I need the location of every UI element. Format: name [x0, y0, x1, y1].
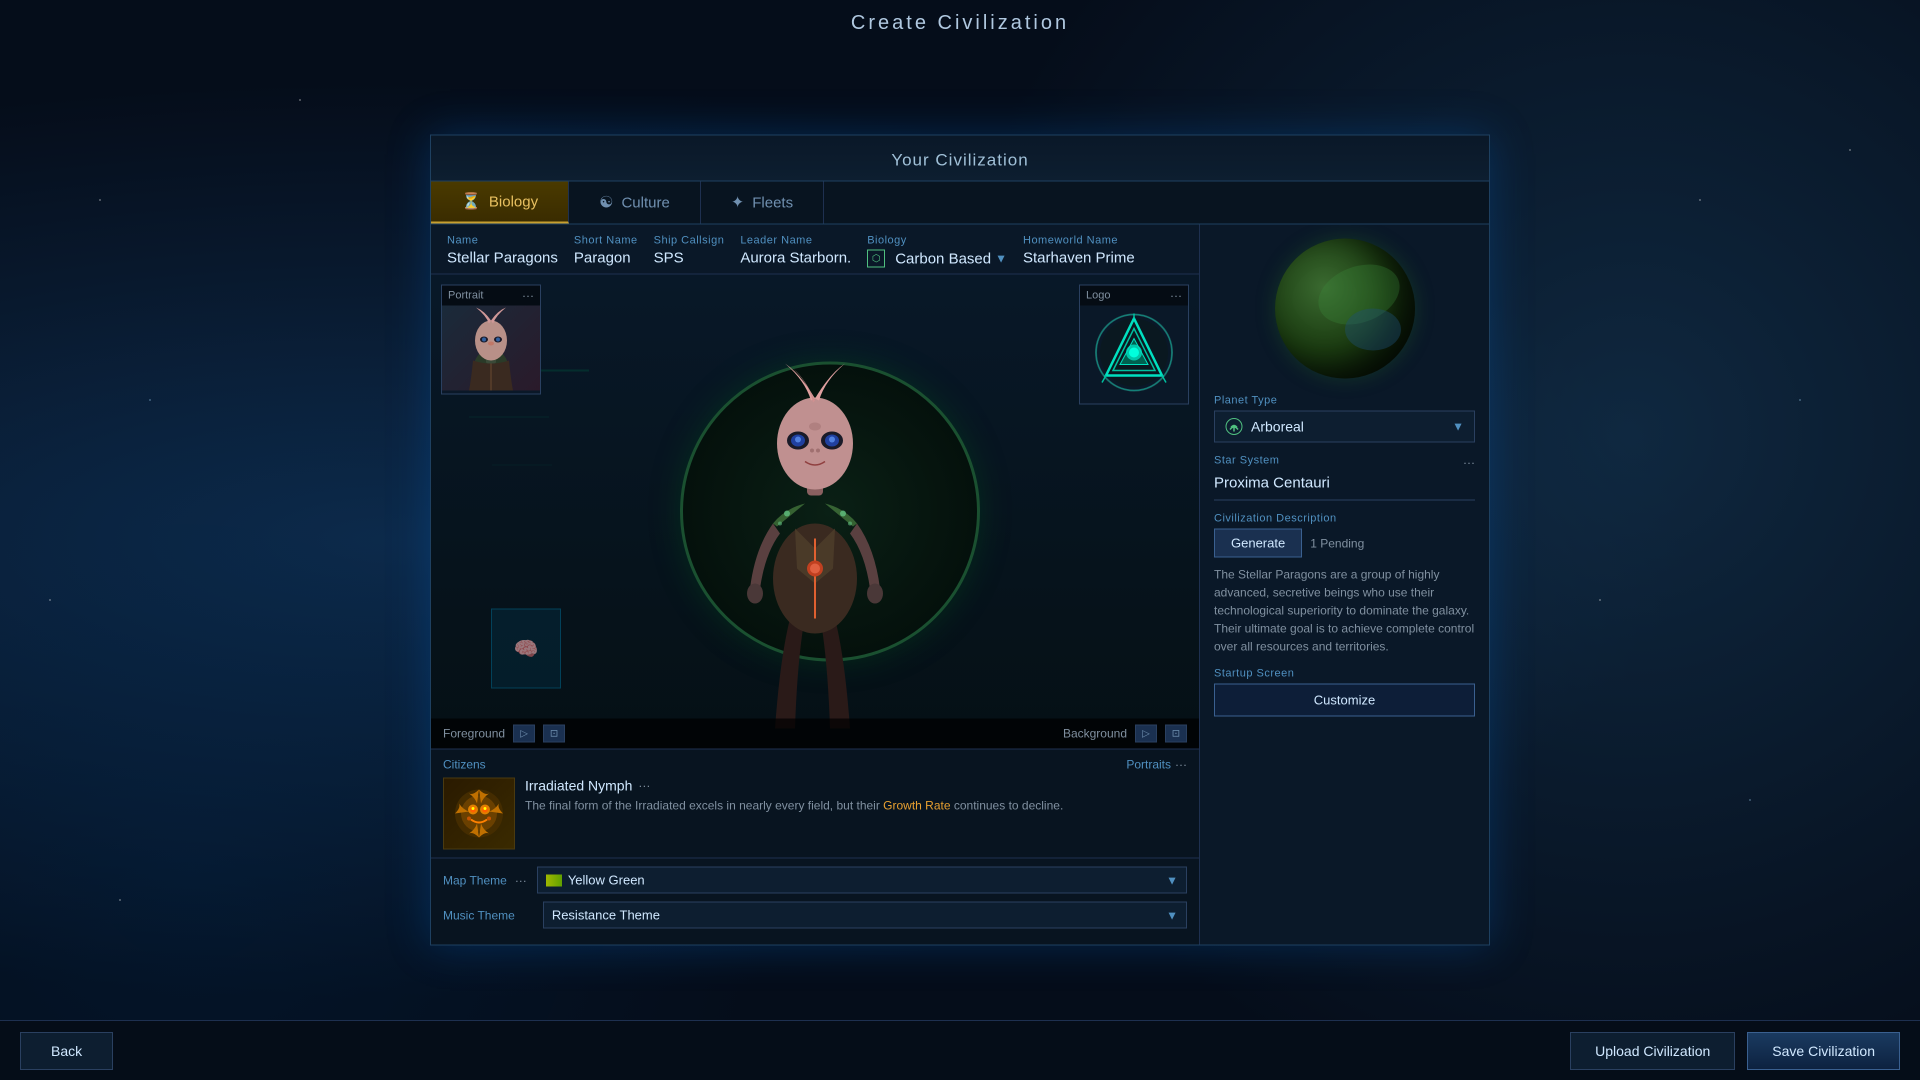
tab-fleets[interactable]: ✦ Fleets: [701, 182, 824, 224]
map-theme-row: Map Theme ··· Yellow Green ▼: [443, 867, 1187, 894]
biology-dropdown[interactable]: ⬡ Carbon Based ▼: [867, 250, 1007, 268]
main-window: Your Civilization ⏳ Biology ☯ Culture ✦ …: [430, 135, 1490, 946]
tab-culture[interactable]: ☯ Culture: [569, 182, 701, 224]
citizen-info: Irradiated Nymph ··· The final form of t…: [525, 778, 1187, 815]
map-theme-color: [546, 874, 562, 886]
page-title: Create Civilization: [851, 12, 1069, 35]
short-name-field: Short Name Paragon: [574, 235, 638, 268]
pending-badge: 1 Pending: [1310, 536, 1364, 550]
citizen-portrait[interactable]: [443, 778, 515, 850]
civ-desc-controls: Generate 1 Pending: [1214, 529, 1475, 558]
civilization-logo-svg: [1092, 311, 1177, 396]
biology-field: Biology ⬡ Carbon Based ▼: [867, 235, 1007, 268]
portraits-menu[interactable]: ···: [1175, 758, 1187, 772]
alien-portrait-svg: [456, 306, 526, 391]
planet-type-selector[interactable]: Arboreal ▼: [1214, 411, 1475, 443]
planet-type-section: Planet Type Arboreal ▼: [1214, 395, 1475, 443]
planet-type-arrow: ▼: [1452, 420, 1464, 434]
main-character-svg: [705, 329, 925, 749]
map-theme-arrow: ▼: [1166, 873, 1178, 887]
background-image-icon[interactable]: ⊡: [1165, 725, 1187, 743]
ship-callsign-field: Ship Callsign SPS: [654, 235, 725, 268]
logo-menu[interactable]: ···: [1170, 289, 1182, 303]
character-display: 🧠 Portrait ···: [431, 275, 1199, 749]
right-buttons: Upload Civilization Save Civilization: [1570, 1032, 1900, 1070]
civ-desc-section: Civilization Description Generate 1 Pend…: [1214, 513, 1475, 656]
logo-header: Logo ···: [1080, 286, 1188, 306]
tabs-bar: ⏳ Biology ☯ Culture ✦ Fleets: [431, 182, 1489, 225]
star-system-header: Star System ···: [1214, 455, 1475, 471]
homeworld-field: Homeworld Name Starhaven Prime: [1023, 235, 1135, 268]
bottom-bar: Back Upload Civilization Save Civilizati…: [0, 1020, 1920, 1080]
startup-section: Startup Screen Customize: [1214, 668, 1475, 717]
biology-type-icon: ⬡: [867, 250, 885, 268]
content-area: Name Stellar Paragons Short Name Paragon…: [431, 225, 1489, 945]
logo-image[interactable]: [1080, 306, 1188, 401]
portrait-box: Portrait ···: [441, 285, 541, 395]
star-system-value[interactable]: Proxima Centauri: [1214, 475, 1475, 501]
generate-button[interactable]: Generate: [1214, 529, 1302, 558]
civ-description-text: The Stellar Paragons are a group of high…: [1214, 566, 1475, 656]
arboreal-icon: [1225, 418, 1243, 436]
map-theme-selector[interactable]: Yellow Green ▼: [537, 867, 1187, 894]
music-theme-row: Music Theme Resistance Theme ▼: [443, 902, 1187, 929]
portrait-header: Portrait ···: [442, 286, 540, 306]
music-theme-selector[interactable]: Resistance Theme ▼: [543, 902, 1187, 929]
fg-bg-bar: Foreground ▷ ⊡ Background ▷ ⊡: [431, 719, 1199, 749]
star-system-menu[interactable]: ···: [1463, 456, 1475, 470]
name-field: Name Stellar Paragons: [447, 235, 558, 268]
planet-display: [1214, 239, 1475, 379]
foreground-camera-icon[interactable]: ▷: [513, 725, 535, 743]
fields-row: Name Stellar Paragons Short Name Paragon…: [431, 225, 1199, 275]
foreground-image-icon[interactable]: ⊡: [543, 725, 565, 743]
portrait-image[interactable]: [442, 306, 540, 391]
save-button[interactable]: Save Civilization: [1747, 1032, 1900, 1070]
themes-section: Map Theme ··· Yellow Green ▼ Music Theme…: [431, 858, 1199, 945]
citizens-header: Citizens Portraits ···: [443, 758, 1187, 772]
citizen-name-row: Irradiated Nymph ···: [525, 778, 1187, 794]
citizen-item: Irradiated Nymph ··· The final form of t…: [443, 778, 1187, 850]
portrait-menu[interactable]: ···: [522, 289, 534, 303]
star-system-section: Star System ··· Proxima Centauri: [1214, 455, 1475, 501]
map-theme-menu[interactable]: ···: [515, 873, 527, 887]
biology-arrow: ▼: [995, 252, 1007, 266]
window-title: Your Civilization: [431, 136, 1489, 182]
leader-name-field: Leader Name Aurora Starborn.: [740, 235, 851, 268]
homeworld-planet: [1275, 239, 1415, 379]
left-panel: Name Stellar Paragons Short Name Paragon…: [431, 225, 1199, 945]
tab-biology[interactable]: ⏳ Biology: [431, 182, 569, 224]
citizens-section: Citizens Portraits ···: [431, 749, 1199, 858]
citizen-description: The final form of the Irradiated excels …: [525, 798, 1187, 815]
citizen-menu[interactable]: ···: [638, 779, 650, 793]
culture-icon: ☯: [599, 193, 613, 213]
background-camera-icon[interactable]: ▷: [1135, 725, 1157, 743]
creature-svg: [449, 784, 509, 844]
back-button[interactable]: Back: [20, 1032, 113, 1070]
upload-button[interactable]: Upload Civilization: [1570, 1032, 1735, 1070]
music-theme-arrow: ▼: [1166, 908, 1178, 922]
customize-button[interactable]: Customize: [1214, 684, 1475, 717]
biology-icon: ⏳: [461, 192, 481, 212]
right-panel: Planet Type Arboreal ▼ Star: [1199, 225, 1489, 945]
fleets-icon: ✦: [731, 193, 744, 213]
logo-box: Logo ···: [1079, 285, 1189, 405]
